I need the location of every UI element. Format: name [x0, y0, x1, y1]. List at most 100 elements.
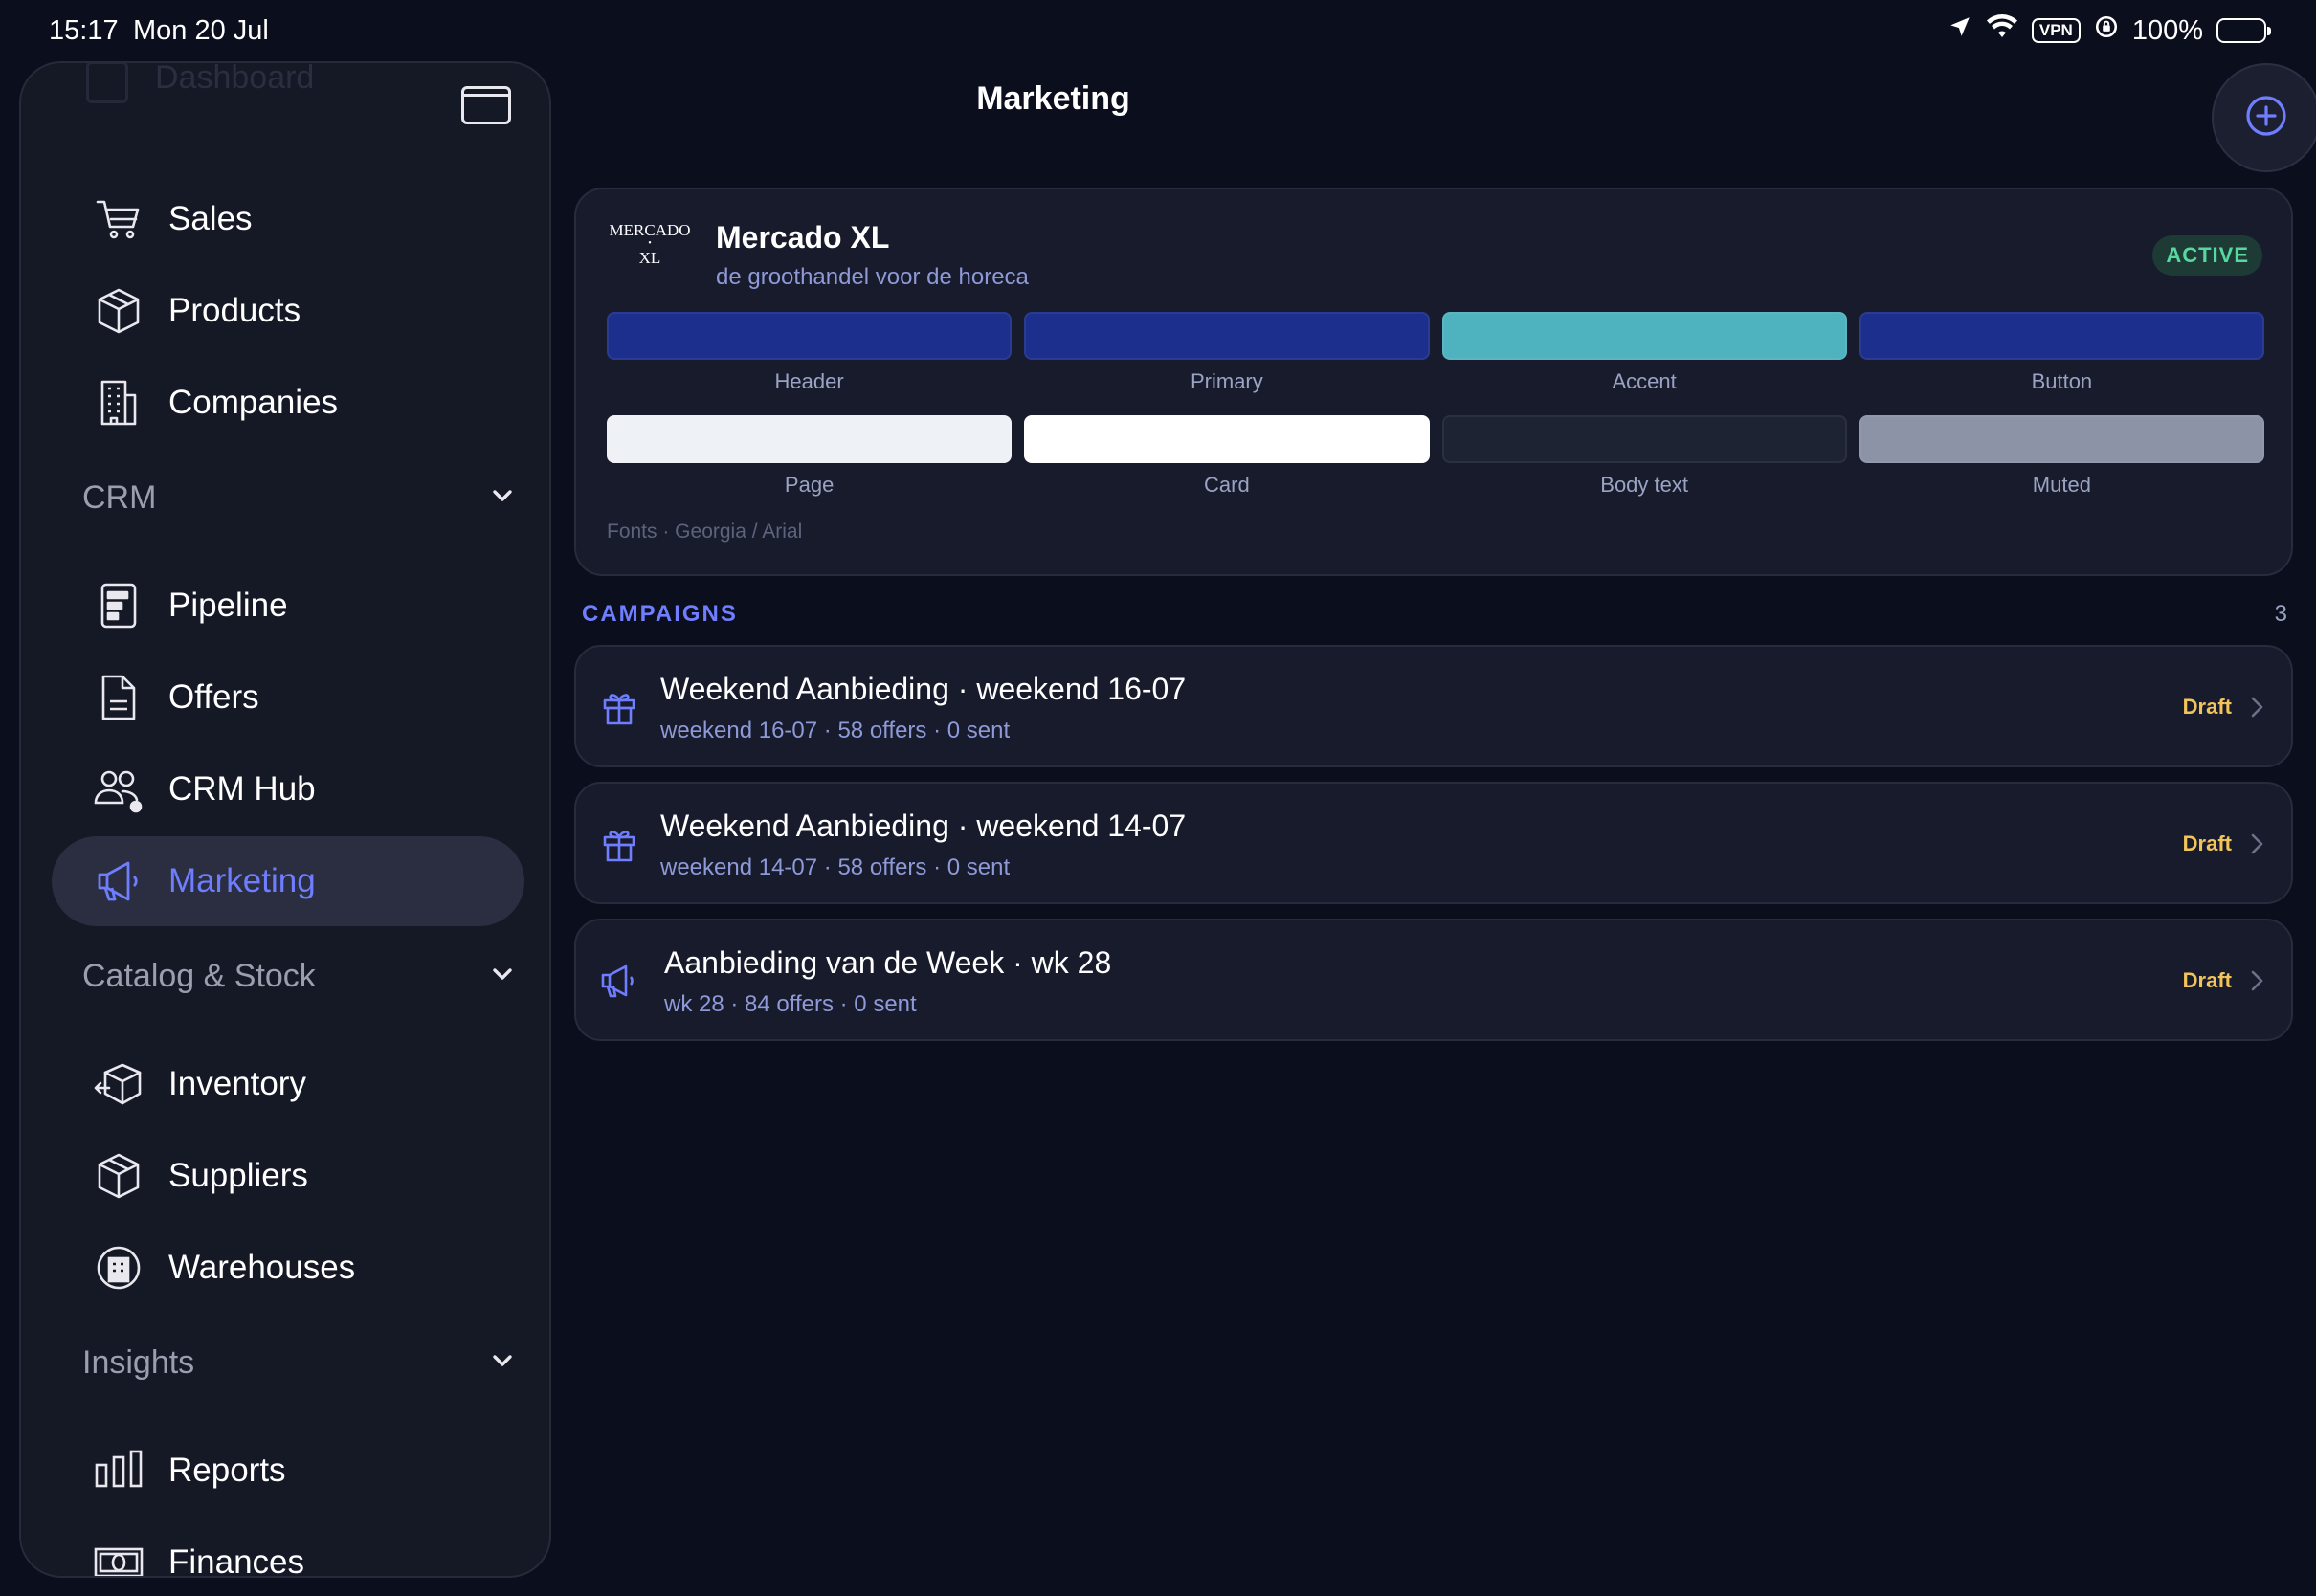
box-arrow-icon: [92, 1057, 145, 1111]
megaphone-icon: [92, 854, 145, 908]
sidebar-item-label: CRM Hub: [168, 770, 316, 808]
sidebar-item-dashboard[interactable]: Dashboard: [155, 63, 314, 97]
warehouse-icon: [92, 1241, 145, 1295]
battery-percent: 100%: [2131, 14, 2203, 46]
gift-icon: [599, 687, 639, 727]
status-indicators: VPN 100%: [1948, 13, 2271, 48]
swatch-primary: Primary: [1024, 312, 1430, 394]
swatch-label: Header: [774, 369, 844, 393]
sidebar-item-companies[interactable]: Companies: [52, 358, 524, 448]
fonts-info: Fonts · Georgia / Arial: [607, 521, 803, 543]
campaign-row[interactable]: Weekend Aanbieding · weekend 16-07 weeke…: [574, 645, 2293, 767]
swatch-accent: Accent: [1441, 312, 1847, 394]
campaign-row[interactable]: Weekend Aanbieding · weekend 14-07 weeke…: [574, 782, 2293, 904]
swatch-chip: [1441, 312, 1847, 360]
sidebar-item-marketing[interactable]: Marketing: [52, 836, 524, 926]
sidebar-toggle-button[interactable]: [461, 86, 511, 124]
vpn-badge: VPN: [2031, 18, 2081, 43]
section-crm-header[interactable]: CRM: [82, 469, 517, 526]
status-date: Mon 20 Jul: [133, 15, 269, 46]
sidebar-item-reports[interactable]: Reports: [52, 1426, 524, 1516]
sidebar-item-finances[interactable]: Finances: [52, 1518, 524, 1578]
campaign-subtitle: weekend 14-07 · 58 offers · 0 sent: [660, 854, 1011, 880]
sidebar-item-label: Products: [168, 292, 301, 329]
sidebar-item-pipeline[interactable]: Pipeline: [52, 561, 524, 651]
chevron-right-icon: [2245, 693, 2268, 721]
campaign-subtitle: weekend 16-07 · 58 offers · 0 sent: [660, 718, 1011, 743]
brand-name: Mercado XL: [716, 220, 890, 255]
campaign-row[interactable]: Aanbieding van de Week · wk 28 wk 28 · 8…: [574, 919, 2293, 1041]
swatch-muted: Muted: [1859, 415, 2264, 498]
section-title: CRM: [82, 478, 157, 516]
campaign-status: Draft: [2182, 831, 2232, 855]
swatch-button: Button: [1859, 312, 2264, 394]
swatch-chip: [1441, 415, 1847, 463]
sidebar-item-label: Offers: [168, 678, 259, 716]
swatch-chip: [1859, 415, 2264, 463]
sidebar-item-label: Marketing: [168, 862, 316, 899]
section-catalog-header[interactable]: Catalog & Stock: [82, 947, 517, 1005]
sidebar: Dashboard Sales Products Companies CRM P…: [19, 61, 551, 1578]
banknote-icon: [92, 1536, 145, 1576]
sidebar-item-offers[interactable]: Offers: [52, 653, 524, 743]
swatch-label: Muted: [2032, 473, 2091, 497]
color-swatch-grid: Header Primary Accent Button Page Card B…: [607, 312, 2264, 498]
box-icon: [92, 284, 145, 338]
sidebar-item-label: Companies: [168, 384, 339, 421]
chevron-down-icon: [488, 1346, 517, 1380]
wifi-icon: [1986, 14, 2018, 47]
swatch-label: Button: [2031, 369, 2093, 393]
swatch-chip: [607, 415, 1013, 463]
pipeline-icon: [92, 579, 145, 632]
brand-card[interactable]: MERCADO • XL Mercado XL de groothandel v…: [574, 188, 2293, 576]
sidebar-item-warehouses[interactable]: Warehouses: [52, 1223, 524, 1313]
swatch-label: Card: [1204, 473, 1250, 497]
chevron-right-icon: [2245, 830, 2268, 858]
battery-icon: [2216, 18, 2271, 43]
add-campaign-button[interactable]: [2212, 63, 2316, 172]
people-gear-icon: [92, 763, 145, 816]
plus-circle-icon: [2242, 92, 2290, 144]
sidebar-item-label: Warehouses: [168, 1249, 356, 1286]
gift-icon: [599, 824, 639, 864]
bar-chart-icon: [92, 1444, 145, 1497]
section-insights-header[interactable]: Insights: [82, 1334, 517, 1391]
swatch-chip: [607, 312, 1013, 360]
status-time: 15:17: [49, 15, 119, 46]
swatch-chip: [1024, 415, 1430, 463]
chevron-down-icon: [488, 960, 517, 993]
sidebar-item-products[interactable]: Products: [52, 266, 524, 356]
sidebar-item-crm-hub[interactable]: CRM Hub: [52, 744, 524, 834]
campaigns-count: 3: [2274, 601, 2287, 627]
sidebar-item-suppliers[interactable]: Suppliers: [52, 1131, 524, 1221]
sidebar-item-inventory[interactable]: Inventory: [52, 1039, 524, 1129]
sidebar-item-label: Sales: [168, 200, 253, 237]
sidebar-item-label: Finances: [168, 1543, 305, 1578]
campaign-subtitle: wk 28 · 84 offers · 0 sent: [664, 991, 917, 1017]
document-icon: [92, 671, 145, 724]
sidebar-item-label: Reports: [168, 1452, 286, 1489]
brand-logo-line1: MERCADO: [609, 221, 691, 239]
swatch-header: Header: [607, 312, 1013, 394]
swatch-body-text: Body text: [1441, 415, 1847, 498]
swatch-label: Accent: [1612, 369, 1677, 393]
swatch-chip: [1024, 312, 1430, 360]
dashboard-icon: [86, 63, 128, 103]
campaign-status: Draft: [2182, 695, 2232, 719]
building-icon: [92, 376, 145, 430]
swatch-label: Primary: [1190, 369, 1263, 393]
sidebar-item-label: Inventory: [168, 1065, 306, 1102]
swatch-page: Page: [607, 415, 1013, 498]
campaign-status: Draft: [2182, 968, 2232, 992]
rotation-lock-icon: [2094, 14, 2119, 47]
box-icon: [92, 1149, 145, 1203]
swatch-label: Body text: [1600, 473, 1688, 497]
cart-icon: [92, 192, 145, 246]
campaign-title: Weekend Aanbieding · weekend 14-07: [660, 809, 1187, 843]
page-title: Marketing: [976, 80, 1130, 117]
status-badge: ACTIVE: [2152, 235, 2262, 276]
sidebar-item-label: Suppliers: [168, 1157, 308, 1194]
sidebar-item-sales[interactable]: Sales: [52, 174, 524, 264]
brand-tagline: de groothandel voor de horeca: [716, 264, 1029, 290]
campaigns-heading: CAMPAIGNS: [582, 601, 738, 627]
